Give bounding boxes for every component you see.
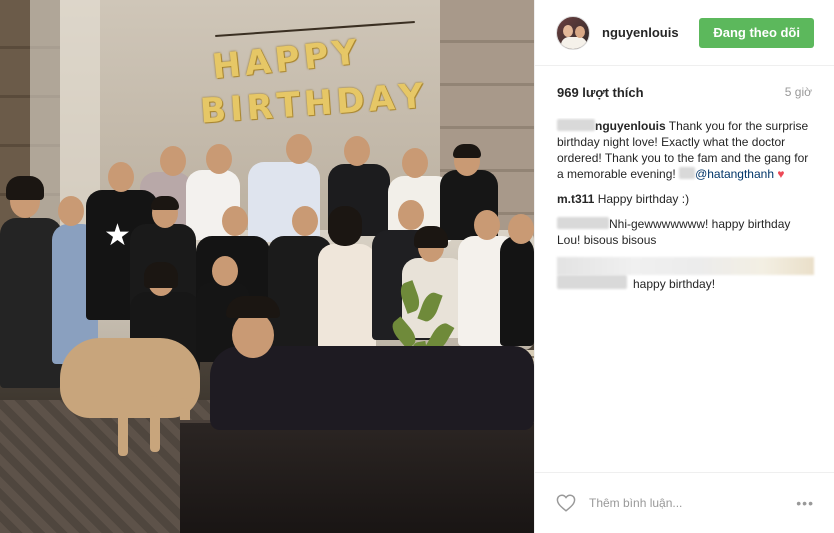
balloon-letter: Y <box>330 32 359 75</box>
person-head <box>398 200 424 230</box>
comment-item: nguyenlouis Thank you for the surprise b… <box>557 118 814 182</box>
comment-item: Nhi-gewwwwwww! happy birthday Lou! bisou… <box>557 216 814 248</box>
hat <box>226 296 280 318</box>
username-link[interactable]: nguyenlouis <box>602 25 699 40</box>
comment-username[interactable]: m.t311 <box>557 192 594 206</box>
redacted-username <box>557 217 609 229</box>
person-head <box>206 144 232 174</box>
person <box>500 236 534 346</box>
avatar[interactable] <box>556 15 590 50</box>
instagram-post: H A P P Y B I R T H D A Y ★ nguyenlouis … <box>0 0 834 533</box>
person-head <box>474 210 500 240</box>
cap <box>453 144 481 158</box>
avatar-face <box>563 24 573 37</box>
following-button[interactable]: Đang theo dõi <box>699 17 814 48</box>
balloon-letter: P <box>301 35 331 78</box>
person <box>318 244 376 354</box>
avatar-shirt <box>561 36 587 49</box>
likes-count[interactable]: 969 lượt thích <box>557 85 644 100</box>
post-header: nguyenlouis Đang theo dõi <box>535 0 834 66</box>
star-shirt-print: ★ <box>104 218 131 253</box>
hair <box>328 206 362 246</box>
person-head <box>222 206 248 236</box>
leaf <box>417 290 443 324</box>
cap <box>151 196 179 210</box>
hair <box>6 176 44 200</box>
coffee-table <box>180 420 534 533</box>
dog-leg <box>150 396 160 452</box>
birthday-balloons: H A P P Y B I R T H D A Y <box>198 33 430 150</box>
balloon-letter: B <box>198 90 228 132</box>
redacted-text <box>557 275 627 289</box>
heart-emoji-icon: ♥ <box>777 167 785 181</box>
comment-item: m.t311 Happy birthday :) <box>557 191 814 207</box>
post-time[interactable]: 5 giờ <box>785 85 812 99</box>
add-comment-input[interactable] <box>589 496 797 510</box>
person-head <box>286 134 312 164</box>
person-head <box>212 256 238 286</box>
comment-mention[interactable]: @hatangthanh <box>695 167 774 181</box>
person-head <box>508 214 534 244</box>
balloon-letter: R <box>245 86 275 129</box>
avatar-face <box>575 25 585 38</box>
post-meta: 969 lượt thích 5 giờ <box>535 66 834 118</box>
hair <box>144 262 178 288</box>
balloon-letter: I <box>228 88 245 130</box>
person-lying <box>210 346 534 430</box>
dog <box>60 338 200 418</box>
person-head <box>108 162 134 192</box>
post-footer: ••• <box>535 472 834 533</box>
more-options-icon[interactable]: ••• <box>796 495 814 511</box>
comments-list: nguyenlouis Thank you for the surprise b… <box>535 118 834 472</box>
comment-item: happy birthday! <box>557 257 814 292</box>
balloon-letter: P <box>272 38 302 81</box>
balloon-letter: T <box>275 84 302 127</box>
balloon-letter: H <box>210 44 243 88</box>
heart-outline-icon-svg <box>556 494 576 512</box>
balloon-letter: Y <box>397 76 425 118</box>
redacted-username <box>557 257 814 275</box>
balloon-letter: A <box>367 78 397 120</box>
post-sidebar: nguyenlouis Đang theo dõi 969 lượt thích… <box>534 0 834 533</box>
person-head <box>58 196 84 226</box>
person-head <box>160 146 186 176</box>
comment-username[interactable]: nguyenlouis <box>595 119 666 133</box>
dog-leg <box>118 400 128 456</box>
balloon-row-happy: H A P P Y <box>210 33 359 88</box>
balloon-letter: A <box>242 41 273 85</box>
hair <box>414 226 448 248</box>
person-head <box>344 136 370 166</box>
person-head <box>402 148 428 178</box>
person-head <box>292 206 318 236</box>
leaf <box>397 280 423 314</box>
comment-text: Happy birthday :) <box>597 192 690 206</box>
balloon-letter: H <box>302 82 334 125</box>
person-head <box>232 312 274 358</box>
post-photo[interactable]: H A P P Y B I R T H D A Y ★ <box>0 0 534 533</box>
balloon-letter: D <box>334 80 366 123</box>
heart-outline-icon[interactable] <box>555 493 577 513</box>
comment-text: happy birthday! <box>633 277 716 291</box>
redacted-text <box>679 167 696 179</box>
redacted-text <box>557 119 595 131</box>
